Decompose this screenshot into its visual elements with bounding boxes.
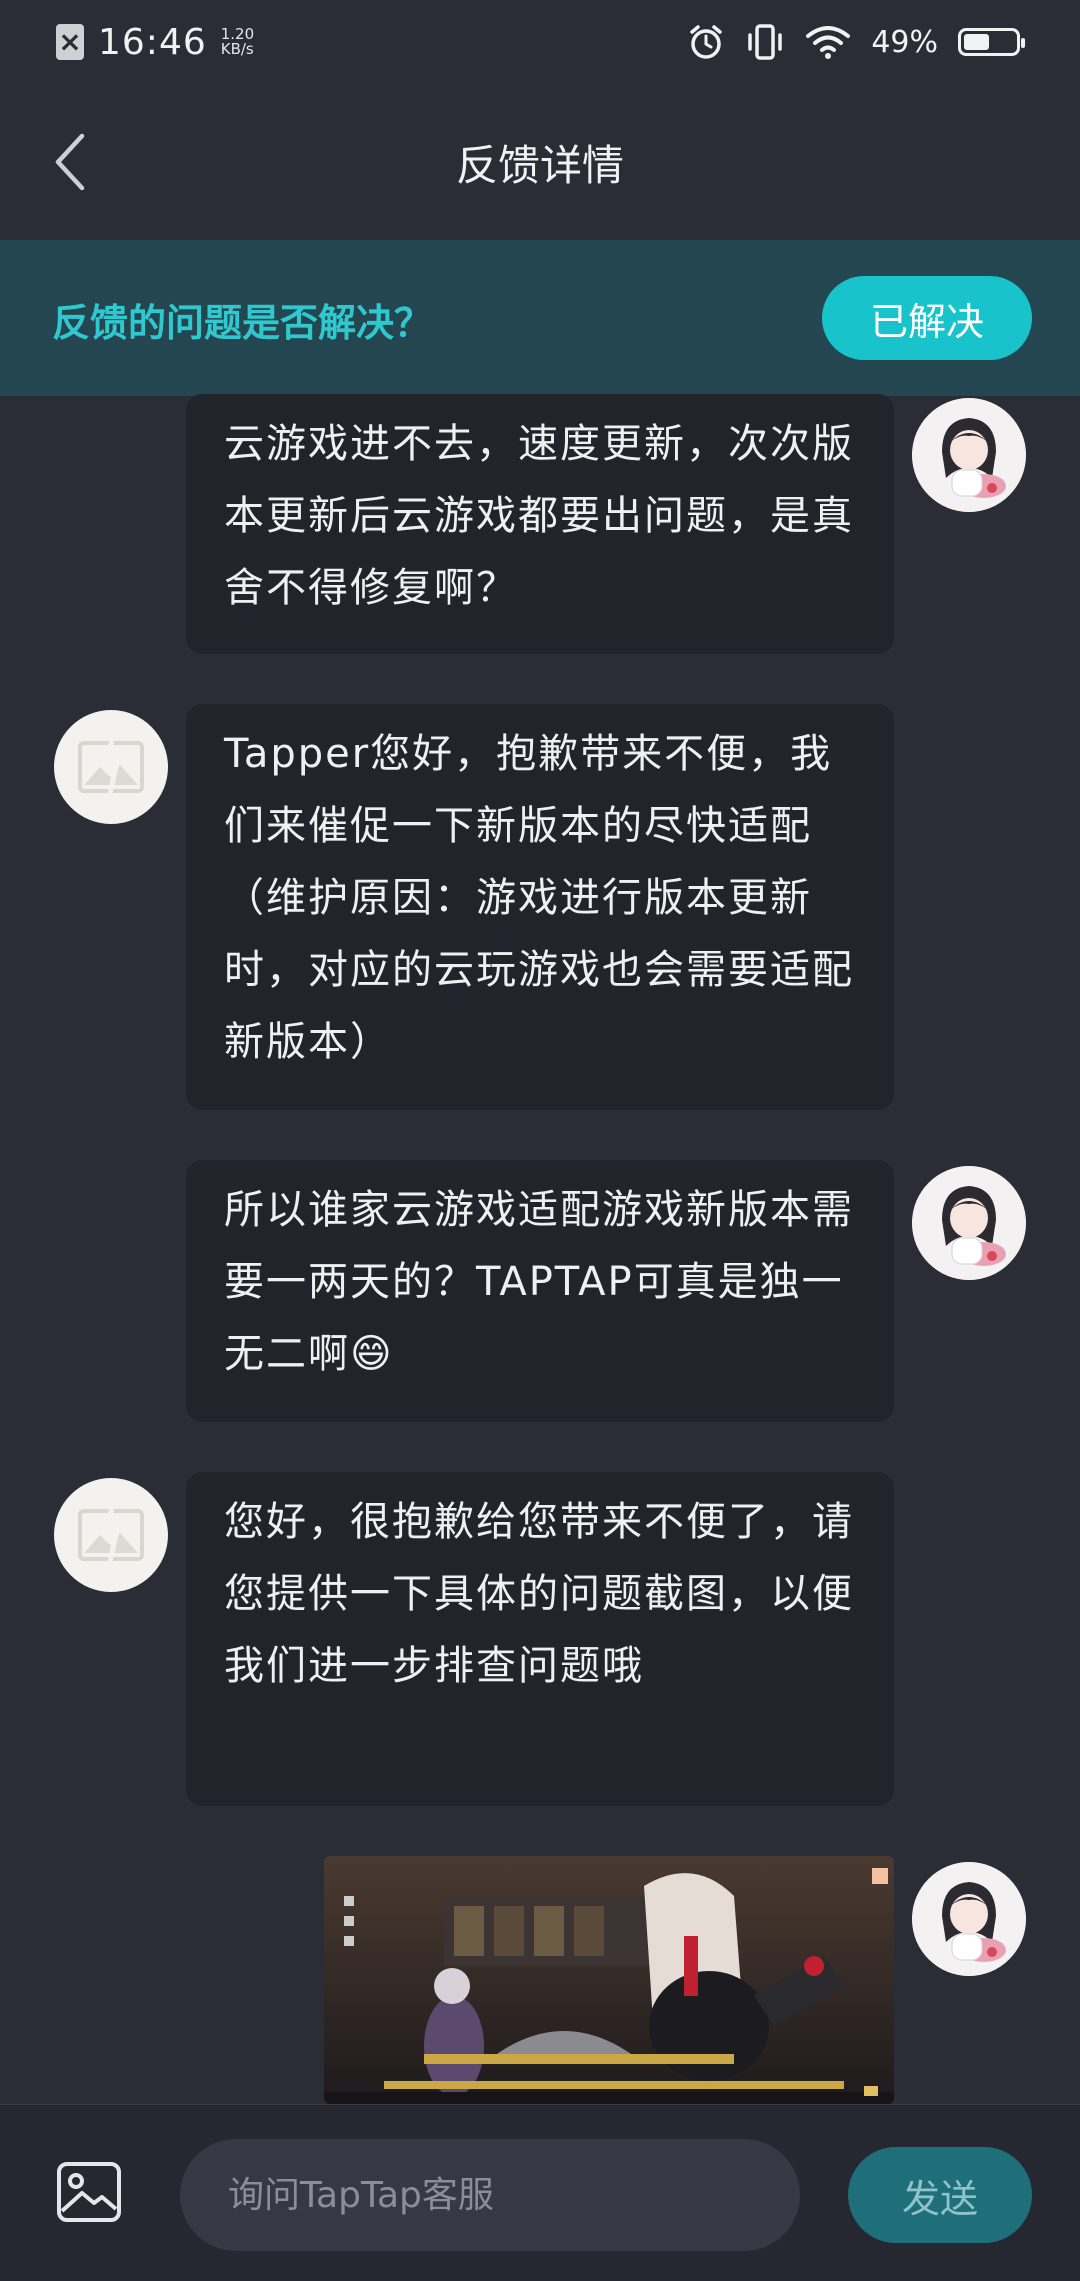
message-bubble-support: 您好，很抱歉给您带来不便了，请您提供一下具体的问题截图，以便我们进一步排查问题哦	[186, 1472, 894, 1806]
net-speed: 1.20 KB/s	[221, 27, 254, 57]
message-bubble-user: 云游戏进不去，速度更新，次次版本更新后云游戏都要出问题，是真舍不得修复啊？	[186, 394, 894, 654]
battery-percent: 49%	[871, 24, 938, 60]
no-sim-icon	[56, 24, 84, 60]
vibrate-icon	[748, 24, 783, 60]
status-right: 49%	[687, 18, 1025, 66]
battery-icon	[958, 28, 1025, 56]
broken-image-icon	[78, 740, 144, 794]
gallery-button[interactable]	[56, 2161, 122, 2223]
message-bubble-user: 所以谁家云游戏适配游戏新版本需要一两天的？TAPTAP可真是独一无二啊😄	[186, 1160, 894, 1422]
user-avatar[interactable]	[912, 1862, 1026, 1976]
clock: 16:46	[98, 21, 207, 63]
message-bubble-support: Tapper您好，抱歉带来不便，我们来催促一下新版本的尽快适配（维护原因：游戏进…	[186, 704, 894, 1110]
screenshot-image-message[interactable]	[324, 1856, 894, 2104]
battery-fill	[964, 34, 989, 50]
broken-image-icon	[78, 1508, 144, 1562]
support-avatar[interactable]	[54, 710, 168, 824]
message-text: 所以谁家云游戏适配游戏新版本需要一两天的？TAPTAP可真是独一无二啊😄	[224, 1187, 854, 1377]
send-button[interactable]: 发送	[848, 2147, 1032, 2243]
alarm-icon	[690, 25, 723, 59]
page-title: 反馈详情	[455, 141, 624, 190]
message-text: Tapper您好，抱歉带来不便，我们来催促一下新版本的尽快适配（维护原因：游戏进…	[224, 731, 854, 1065]
image-picker-icon	[57, 2162, 121, 2222]
anime-girl-avatar-icon	[912, 1166, 1026, 1280]
message-text: 云游戏进不去，速度更新，次次版本更新后云游戏都要出问题，是真舍不得修复啊？	[224, 421, 854, 611]
resolve-banner: 反馈的问题是否解决？ 已解决	[0, 240, 1080, 396]
net-speed-unit: KB/s	[220, 40, 254, 58]
user-avatar[interactable]	[912, 1166, 1026, 1280]
header: 反馈详情	[0, 84, 1080, 241]
anime-girl-avatar-icon	[912, 1862, 1026, 1976]
resolved-button[interactable]: 已解决	[822, 276, 1032, 360]
support-avatar[interactable]	[54, 1478, 168, 1592]
status-bar: 16:46 1.20 KB/s 49%	[0, 0, 1080, 84]
input-bar: 发送	[0, 2104, 1080, 2281]
game-screenshot-image	[324, 1856, 894, 2104]
wifi-icon	[806, 26, 851, 59]
message-text: 您好，很抱歉给您带来不便了，请您提供一下具体的问题截图，以便我们进一步排查问题哦	[224, 1499, 854, 1689]
anime-girl-avatar-icon	[912, 398, 1026, 512]
status-left: 16:46 1.20 KB/s	[56, 18, 254, 66]
user-avatar[interactable]	[912, 398, 1026, 512]
resolve-question: 反馈的问题是否解决？	[52, 301, 433, 345]
message-input[interactable]	[180, 2139, 800, 2251]
